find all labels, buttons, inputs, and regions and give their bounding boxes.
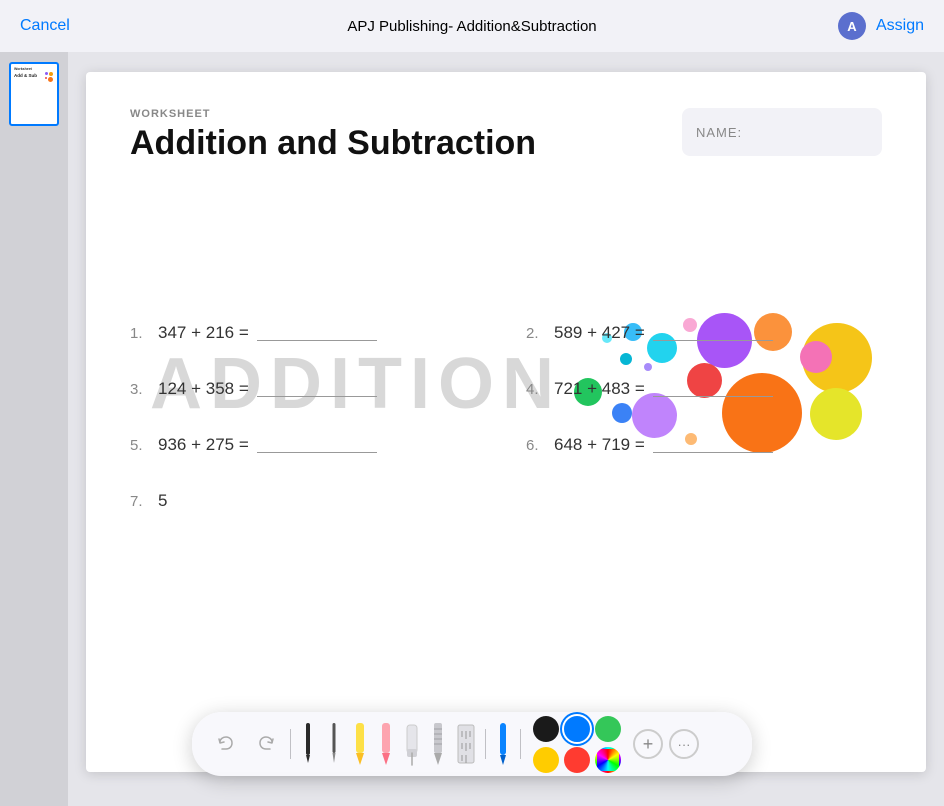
problem-5: 5. 936 + 275 = [130, 435, 486, 455]
avatar: A [838, 12, 866, 40]
cancel-button[interactable]: Cancel [20, 17, 70, 35]
toolbar-divider-2 [485, 729, 486, 759]
blue-pen-tool[interactable] [492, 719, 514, 769]
main-area: Worksheet Add & Sub WORKSHEE [0, 52, 944, 806]
color-black[interactable] [533, 716, 559, 742]
color-multicolor[interactable] [595, 747, 621, 773]
eraser-tool[interactable] [401, 719, 423, 769]
problem-1: 1. 347 + 216 = [130, 323, 486, 343]
color-green[interactable] [595, 716, 621, 742]
drawing-toolbar: + ··· [192, 712, 752, 776]
undo-button[interactable] [208, 726, 244, 762]
color-yellow[interactable] [533, 747, 559, 773]
redo-button[interactable] [248, 726, 284, 762]
calligraphy-tool[interactable] [427, 719, 449, 769]
fineliner-tool[interactable] [323, 719, 345, 769]
highlighter-pink-tool[interactable] [375, 719, 397, 769]
ruler-tool[interactable] [453, 719, 479, 769]
problem-4: 4. 721 + 483 = [526, 379, 882, 399]
highlighter-yellow-tool[interactable] [349, 719, 371, 769]
sidebar: Worksheet Add & Sub [0, 52, 68, 806]
worksheet-page: WORKSHEET Addition and Subtraction NAME:… [86, 72, 926, 772]
thumbnail-content: Worksheet Add & Sub [11, 64, 57, 81]
color-blue[interactable] [564, 716, 590, 742]
more-options-button[interactable]: ··· [669, 729, 699, 759]
top-bar-right: A Assign [838, 12, 924, 40]
problem-6: 6. 648 + 719 = [526, 435, 882, 455]
color-palette [533, 716, 621, 773]
document-title: APJ Publishing- Addition&Subtraction [347, 18, 596, 35]
page-thumbnail[interactable]: Worksheet Add & Sub [9, 62, 59, 126]
worksheet-content: ADDITION [130, 323, 882, 511]
top-bar: Cancel APJ Publishing- Addition&Subtract… [0, 0, 944, 52]
toolbar-divider-1 [290, 729, 291, 759]
color-red[interactable] [564, 747, 590, 773]
problems-grid: 1. 347 + 216 = 2. 589 + 427 = 3. 124 + 3… [130, 323, 882, 511]
add-color-button[interactable]: + [633, 729, 663, 759]
pen-tool[interactable] [297, 719, 319, 769]
problem-3: 3. 124 + 358 = [130, 379, 486, 399]
name-field: NAME: [682, 108, 882, 156]
assign-button[interactable]: Assign [876, 17, 924, 35]
document-area[interactable]: WORKSHEET Addition and Subtraction NAME:… [68, 52, 944, 806]
problem-7: 7. 5 [130, 491, 486, 511]
toolbar-divider-3 [520, 729, 521, 759]
problem-2: 2. 589 + 427 = [526, 323, 882, 343]
